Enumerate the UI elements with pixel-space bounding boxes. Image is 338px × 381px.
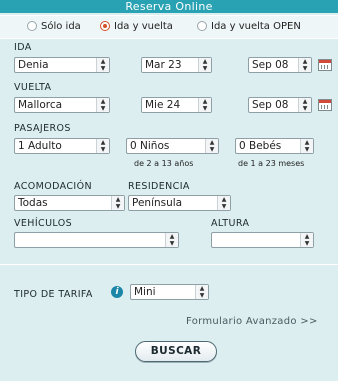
spinner-arrows-icon[interactable]: ▲ ▼ [217, 196, 230, 210]
babies-age-note: de 1 a 23 meses [238, 159, 305, 168]
spinner-arrows-icon[interactable]: ▲ ▼ [198, 98, 211, 112]
trip-type-solo-ida[interactable]: Sólo ida [27, 20, 81, 34]
residencia-label: RESIDENCIA [128, 181, 190, 192]
altura-select[interactable]: ▲ ▼ [211, 232, 314, 248]
ida-calendar-icon[interactable] [318, 59, 332, 71]
spinner-arrows-icon[interactable]: ▲ ▼ [111, 196, 124, 210]
spinner-arrows-icon[interactable]: ▲ ▼ [96, 58, 109, 72]
header-title: Reserva Online [0, 0, 338, 13]
vuelta-month-value: Sep 08 [252, 99, 289, 111]
children-select[interactable]: 0 Niños ▲ ▼ [126, 138, 219, 154]
spinner-arrows-icon[interactable]: ▲ ▼ [165, 233, 178, 247]
children-age-note: de 2 a 13 años [134, 159, 194, 168]
vehiculos-label: VEHÍCULOS [14, 218, 73, 229]
ida-origin-select[interactable]: Denia ▲ ▼ [14, 57, 110, 73]
children-value: 0 Niños [130, 140, 170, 152]
ida-date-select[interactable]: Mar 23 ▲ ▼ [141, 57, 212, 73]
tarifa-select[interactable]: Mini ▲ ▼ [130, 284, 209, 300]
ida-origin-value: Denia [18, 59, 49, 71]
spinner-arrows-icon[interactable]: ▲ ▼ [300, 139, 313, 153]
vuelta-label: VUELTA [14, 82, 52, 93]
spinner-arrows-icon[interactable]: ▲ ▼ [298, 58, 311, 72]
advanced-form-link[interactable]: Formulario Avanzado >> [186, 316, 318, 328]
babies-value: 0 Bebés [239, 140, 282, 152]
tarifa-label: TIPO DE TARIFA [14, 289, 93, 300]
spinner-arrows-icon[interactable]: ▲ ▼ [195, 285, 208, 299]
trip-type-ida-vuelta[interactable]: Ida y vuelta [100, 20, 173, 34]
radio-checked-icon[interactable] [100, 21, 110, 31]
ida-label: IDA [14, 42, 32, 53]
section-divider [0, 264, 338, 265]
trip-type-ida-vuelta-label: Ida y vuelta [114, 21, 173, 32]
trip-type-group: Sólo ida Ida y vuelta Ida y vuelta OPEN [0, 15, 338, 39]
babies-select[interactable]: 0 Bebés ▲ ▼ [235, 138, 314, 154]
trip-type-open[interactable]: Ida y vuelta OPEN [197, 20, 301, 34]
acomodacion-select[interactable]: Todas ▲ ▼ [14, 195, 125, 211]
vuelta-month-select[interactable]: Sep 08 ▲ ▼ [248, 97, 312, 113]
trip-type-solo-ida-label: Sólo ida [41, 21, 81, 32]
acomodacion-value: Todas [18, 197, 48, 209]
vuelta-date-value: Mie 24 [145, 99, 181, 111]
vuelta-origin-value: Mallorca [18, 99, 63, 111]
residencia-select[interactable]: Península ▲ ▼ [128, 195, 231, 211]
info-icon[interactable]: i [111, 286, 123, 298]
buscar-button[interactable]: BUSCAR [135, 341, 217, 362]
pasajeros-label: PASAJEROS [14, 123, 71, 134]
spinner-arrows-icon[interactable]: ▲ ▼ [205, 139, 218, 153]
ida-month-value: Sep 08 [252, 59, 289, 71]
residencia-value: Península [132, 197, 183, 209]
vuelta-date-select[interactable]: Mie 24 ▲ ▼ [141, 97, 212, 113]
ida-date-value: Mar 23 [145, 59, 182, 71]
adults-value: 1 Adulto [18, 140, 62, 152]
spinner-arrows-icon[interactable]: ▲ ▼ [198, 58, 211, 72]
radio-icon[interactable] [27, 21, 37, 31]
vuelta-origin-select[interactable]: Mallorca ▲ ▼ [14, 97, 110, 113]
spinner-arrows-icon[interactable]: ▲ ▼ [96, 98, 109, 112]
adults-select[interactable]: 1 Adulto ▲ ▼ [14, 138, 110, 154]
vehiculos-select[interactable]: ▲ ▼ [14, 232, 179, 248]
ida-month-select[interactable]: Sep 08 ▲ ▼ [248, 57, 312, 73]
tarifa-value: Mini [134, 286, 156, 298]
spinner-arrows-icon[interactable]: ▲ ▼ [298, 98, 311, 112]
vuelta-calendar-icon[interactable] [318, 99, 332, 111]
spinner-arrows-icon[interactable]: ▲ ▼ [300, 233, 313, 247]
acomodacion-label: ACOMODACIÓN [14, 181, 93, 192]
spinner-arrows-icon[interactable]: ▲ ▼ [96, 139, 109, 153]
radio-icon[interactable] [197, 21, 207, 31]
altura-label: ALTURA [211, 218, 250, 229]
trip-type-open-label: Ida y vuelta OPEN [211, 21, 301, 32]
